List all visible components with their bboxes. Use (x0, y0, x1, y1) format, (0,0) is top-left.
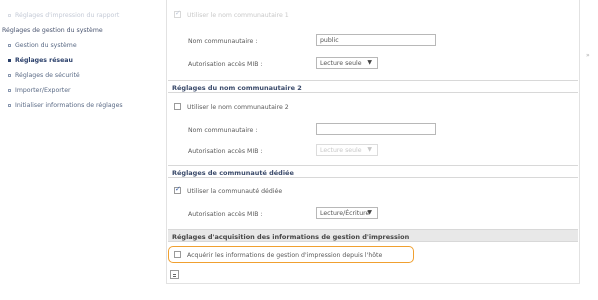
dedicated-header-text: Réglages de communauté dédiée (172, 169, 294, 177)
use-community-1-checkbox[interactable] (174, 9, 181, 18)
sidebar-item-label: Réglages d'impression du rapport (15, 12, 120, 19)
bullet-icon (8, 88, 11, 92)
sidebar-item-label: Importer/Exporter (15, 87, 71, 94)
acquire-print-info-checkbox[interactable] (174, 251, 181, 258)
acquisition-section-header: Réglages d'acquisition des informations … (168, 229, 578, 242)
use-community-2-label: Utiliser le nom communautaire 2 (187, 104, 289, 111)
community-2-section-header: Réglages du nom communautaire 2 (168, 80, 578, 93)
sidebar-item-label: Réglages réseau (15, 57, 73, 64)
community-2-name-input[interactable] (316, 123, 436, 135)
community-1-access-select[interactable]: Lecture seule ▼ (316, 57, 378, 69)
acquisition-header-text: Réglages d'acquisition des informations … (172, 233, 410, 241)
community-2-access-label: Autorisation accès MIB : (188, 148, 263, 155)
dedicated-access-select[interactable]: Lecture/Écriture ▼ (316, 207, 378, 219)
sidebar-item-report-print-settings[interactable]: Réglages d'impression du rapport (8, 12, 119, 19)
sidebar-item-system-management[interactable]: Gestion du système (8, 42, 77, 49)
use-dedicated-community-label: Utiliser la communauté dédiée (187, 188, 283, 195)
dedicated-access-value: Lecture/Écriture (320, 210, 370, 217)
sidebar-item-network-settings[interactable]: Réglages réseau (8, 57, 73, 64)
expand-arrow-icon[interactable]: » (586, 52, 590, 59)
community-1-access-value: Lecture seule (320, 60, 362, 67)
sidebar-item-label: Gestion du système (15, 42, 77, 49)
community-1-access-label: Autorisation accès MIB : (188, 61, 263, 68)
main-panel: Utiliser le nom communautaire 1 Nom comm… (166, 0, 580, 300)
use-dedicated-community-checkbox[interactable] (174, 185, 181, 194)
scroll-top-button[interactable] (170, 270, 179, 279)
dedicated-community-section-header: Réglages de communauté dédiée (168, 165, 578, 178)
sidebar-item-import-export[interactable]: Importer/Exporter (8, 87, 71, 94)
bullet-icon (8, 103, 11, 107)
sidebar-item-reset-settings[interactable]: Initialiser informations de réglages (8, 102, 123, 109)
sidebar-item-label: Initialiser informations de réglages (15, 102, 123, 109)
bullet-icon (8, 13, 11, 17)
sidebar-root-system-management[interactable]: Réglages de gestion du système (2, 27, 103, 34)
dedicated-access-label: Autorisation accès MIB : (188, 211, 263, 218)
sidebar-item-security-settings[interactable]: Réglages de sécurité (8, 72, 80, 79)
chevron-down-icon: ▼ (367, 59, 372, 66)
community-1-name-label: Nom communautaire : (188, 38, 258, 45)
sidebar-root-label: Réglages de gestion du système (2, 27, 103, 34)
chevron-down-icon: ▼ (367, 146, 372, 153)
use-community-1-label: Utiliser le nom communautaire 1 (187, 12, 289, 19)
community-1-name-input[interactable]: public (316, 34, 436, 46)
sidebar-item-label: Réglages de sécurité (15, 72, 80, 79)
community-2-access-select[interactable]: Lecture seule ▼ (316, 144, 378, 156)
use-community-2-checkbox[interactable] (174, 103, 181, 110)
bullet-icon (8, 43, 11, 47)
sidebar: Réglages d'impression du rapport Réglage… (0, 0, 150, 300)
bullet-icon (8, 73, 11, 77)
chevron-down-icon: ▼ (367, 209, 372, 216)
community-2-header-text: Réglages du nom communautaire 2 (172, 84, 302, 92)
community-2-access-value: Lecture seule (320, 147, 362, 154)
community-1-name-value: public (320, 37, 339, 44)
acquire-print-info-label: Acquérir les informations de gestion d'i… (187, 252, 383, 259)
bullet-icon (8, 58, 11, 62)
community-2-name-label: Nom communautaire : (188, 127, 258, 134)
